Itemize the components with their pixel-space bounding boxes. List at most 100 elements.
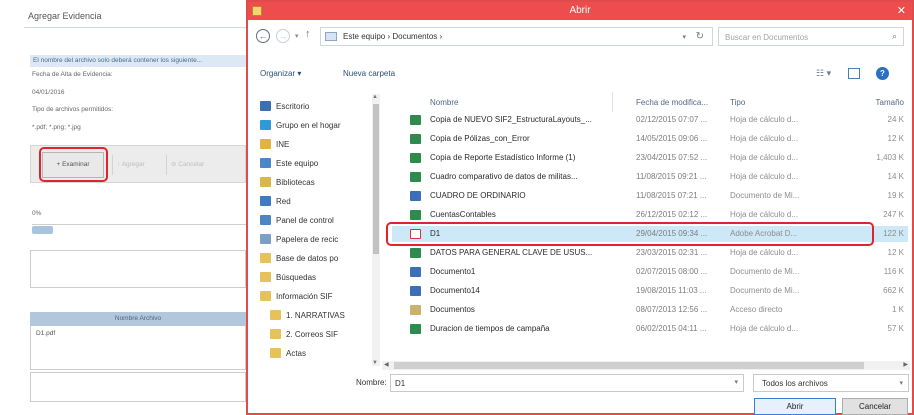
nav-item-label: Este equipo xyxy=(276,158,319,168)
nav-item[interactable]: Grupo en el hogar xyxy=(260,117,341,133)
search-input[interactable] xyxy=(725,31,875,43)
recent-locations-dropdown-icon[interactable]: ▾ xyxy=(295,32,299,40)
nav-item[interactable]: Búsquedas xyxy=(260,269,316,285)
navigation-pane: Escritorio Grupo en el hogar INE Este equip… xyxy=(254,92,386,370)
date-label: Fecha de Alta de Evidencia: xyxy=(32,71,113,78)
filename-input[interactable] xyxy=(395,377,715,389)
file-name: Cuadro comparativo de datos de militas..… xyxy=(430,172,578,181)
back-arrow-icon[interactable]: ← xyxy=(256,29,270,43)
nav-pane-scrollbar[interactable]: ▲ ▼ xyxy=(372,94,380,366)
computer-icon xyxy=(260,158,271,168)
chevron-down-icon[interactable]: ▾ xyxy=(899,379,903,387)
file-row[interactable]: Documento1 02/07/2015 08:00 ... Documento … xyxy=(392,264,908,280)
close-icon[interactable]: ✕ xyxy=(897,4,906,17)
nav-item-label: Red xyxy=(276,196,291,206)
nav-item-label: 1. NARRATIVAS xyxy=(286,310,345,320)
folder-icon xyxy=(270,329,281,339)
file-size: 12 K xyxy=(887,134,904,143)
file-date: 06/02/2015 04:11 ... xyxy=(636,324,707,333)
refresh-icon[interactable]: ↻ xyxy=(696,31,704,42)
column-header-size[interactable]: Tamaño xyxy=(876,98,904,107)
cancelar-upload-button[interactable]: ⊘ Cancelar xyxy=(166,155,218,175)
excel-icon xyxy=(410,134,421,144)
scroll-down-icon[interactable]: ▼ xyxy=(372,360,378,366)
forward-arrow-icon[interactable]: → xyxy=(276,29,290,43)
search-icon[interactable]: ⌕ xyxy=(892,31,897,42)
control-panel-icon xyxy=(260,215,271,225)
file-type: Documento de Mi... xyxy=(730,191,800,200)
excel-icon xyxy=(410,248,421,258)
file-date: 02/07/2015 08:00 ... xyxy=(636,267,708,276)
nav-item[interactable]: Panel de control xyxy=(260,212,334,228)
file-size: 24 K xyxy=(887,115,904,124)
file-row[interactable]: Documentos 08/07/2013 12:56 ... Acceso dir… xyxy=(392,302,908,318)
nav-item[interactable]: Escritorio xyxy=(260,98,309,114)
file-row[interactable]: CUADRO DE ORDINARIO 11/08/2015 07:21 ... D… xyxy=(392,188,908,204)
divider xyxy=(24,27,246,28)
file-row[interactable]: Documento14 19/08/2015 11:03 ... Documento… xyxy=(392,283,908,299)
column-header-date[interactable]: Fecha de modifica... xyxy=(636,98,708,107)
file-row[interactable]: Copia de Reporte Estadístico Informe (1)… xyxy=(392,150,908,166)
file-row[interactable]: Copia de NUEVO SIF2_EstructuraLayouts_..… xyxy=(392,112,908,128)
file-size: 14 K xyxy=(887,172,904,181)
file-name: Copia de Pólizas_con_Error xyxy=(430,134,530,143)
nav-item[interactable]: Base de datos po xyxy=(260,250,338,266)
nav-item[interactable]: Información SIF xyxy=(260,288,332,304)
chevron-down-icon[interactable]: ▾ xyxy=(734,378,738,386)
scrollbar-thumb[interactable] xyxy=(373,104,379,254)
file-type: Hoja de cálculo d... xyxy=(730,248,799,257)
nav-item-label: Búsquedas xyxy=(276,272,317,282)
preview-pane-icon[interactable] xyxy=(848,68,860,79)
date-value: 04/01/2016 xyxy=(32,89,65,96)
file-row[interactable]: CuentasContables 26/12/2015 02:12 ... Hoja… xyxy=(392,207,908,223)
nav-item[interactable]: Bibliotecas xyxy=(260,174,315,190)
nav-item[interactable]: INE xyxy=(260,136,289,152)
nav-item-label: Panel de control xyxy=(276,215,334,225)
file-size: 122 K xyxy=(883,229,904,238)
file-size: 19 K xyxy=(887,191,904,200)
horizontal-scrollbar[interactable]: ◀ ▶ xyxy=(382,361,910,370)
new-folder-button[interactable]: Nueva carpeta xyxy=(343,69,395,78)
column-header-name[interactable]: Nombre xyxy=(430,98,458,107)
nav-item[interactable]: Red xyxy=(260,193,291,209)
nav-item[interactable]: Papelera de recic xyxy=(260,231,338,247)
cancel-button[interactable]: Cancelar xyxy=(842,398,908,415)
files-table-row[interactable]: D1.pdf xyxy=(30,326,246,370)
file-row[interactable]: DATOS PARA GENERAL CLAVE DE USUS... 23/03… xyxy=(392,245,908,261)
column-header-type[interactable]: Tipo xyxy=(730,98,745,107)
organize-menu-button[interactable]: Organizar ▾ xyxy=(260,69,301,78)
scrollbar-thumb[interactable] xyxy=(394,362,864,369)
nav-item-label: Papelera de recic xyxy=(276,234,339,244)
file-name: CUADRO DE ORDINARIO xyxy=(430,191,526,200)
column-separator[interactable] xyxy=(612,92,613,112)
nav-item-label: 2. Correos SIF xyxy=(286,329,339,339)
nav-item[interactable]: Actas xyxy=(270,345,306,361)
open-button[interactable]: Abrir xyxy=(754,398,836,415)
scroll-right-icon[interactable]: ▶ xyxy=(903,361,908,368)
file-type: Hoja de cálculo d... xyxy=(730,324,799,333)
chevron-down-icon[interactable]: ▾ xyxy=(682,33,686,41)
file-row[interactable]: Cuadro comparativo de datos de militas..… xyxy=(392,169,908,185)
scroll-left-icon[interactable]: ◀ xyxy=(384,361,389,368)
file-date: 23/03/2015 02:31 ... xyxy=(636,248,708,257)
file-type-select[interactable]: Todos los archivos ▾ xyxy=(753,374,909,392)
nav-item[interactable]: Este equipo xyxy=(260,155,318,171)
nav-item-label: Escritorio xyxy=(276,101,310,111)
view-options-icon[interactable]: ☷ ▾ xyxy=(816,68,831,79)
network-icon xyxy=(260,196,271,206)
agregar-button[interactable]: ↑ Agregar xyxy=(112,155,164,175)
nav-item[interactable]: 1. NARRATIVAS xyxy=(270,307,345,323)
file-row[interactable]: Copia de Pólizas_con_Error 14/05/2015 09:… xyxy=(392,131,908,147)
path-breadcrumb[interactable]: Este equipo › Documentos › ▾ ↻ xyxy=(320,27,713,46)
nav-item[interactable]: 2. Correos SIF xyxy=(270,326,338,342)
examinar-highlight-box xyxy=(39,147,108,182)
file-row[interactable]: Duracion de tiempos de campaña 06/02/2015… xyxy=(392,321,908,337)
scroll-up-icon[interactable]: ▲ xyxy=(372,94,378,100)
word-icon xyxy=(410,286,421,296)
up-arrow-icon[interactable]: ↑ xyxy=(305,28,311,40)
help-icon[interactable]: ? xyxy=(876,67,889,80)
search-box[interactable]: ⌕ xyxy=(718,27,904,46)
dialog-titlebar[interactable]: Abrir ✕ xyxy=(248,2,912,20)
filename-combobox[interactable]: ▾ xyxy=(390,374,744,392)
excel-icon xyxy=(410,210,421,220)
